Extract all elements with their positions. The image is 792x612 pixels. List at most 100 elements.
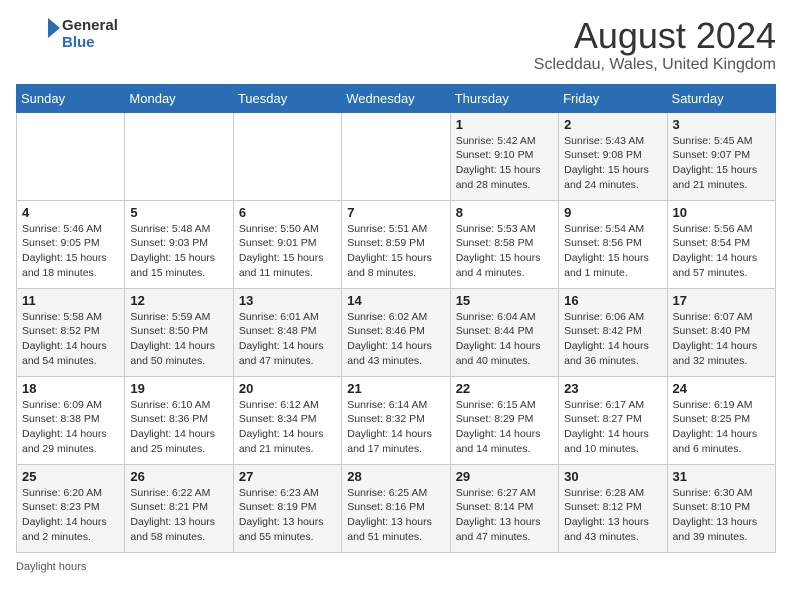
day-info: Sunrise: 6:19 AM Sunset: 8:25 PM Dayligh… bbox=[673, 398, 770, 457]
calendar-header-wednesday: Wednesday bbox=[342, 84, 450, 112]
day-info: Sunrise: 6:07 AM Sunset: 8:40 PM Dayligh… bbox=[673, 310, 770, 369]
day-info: Sunrise: 6:25 AM Sunset: 8:16 PM Dayligh… bbox=[347, 486, 444, 545]
calendar-week-2: 4 Sunrise: 5:46 AM Sunset: 9:05 PM Daylig… bbox=[17, 200, 776, 288]
day-number: 17 bbox=[673, 293, 770, 308]
day-number: 24 bbox=[673, 381, 770, 396]
calendar-cell: 7Sunrise: 5:51 AM Sunset: 8:59 PM Daylig… bbox=[342, 200, 450, 288]
day-number: 26 bbox=[130, 469, 227, 484]
calendar-header-sunday: Sunday bbox=[17, 84, 125, 112]
day-info: Sunrise: 5:46 AM Sunset: 9:05 PM Dayligh… bbox=[22, 222, 119, 281]
calendar-cell: 5 Sunrise: 5:48 AM Sunset: 9:03 PM Daylig… bbox=[125, 200, 233, 288]
day-number: 8 bbox=[456, 205, 553, 220]
day-number: 16 bbox=[564, 293, 661, 308]
day-number: 20 bbox=[239, 381, 336, 396]
day-info: Sunrise: 5:50 AM Sunset: 9:01 PM Dayligh… bbox=[239, 222, 336, 281]
day-info: Sunrise: 6:12 AM Sunset: 8:34 PM Dayligh… bbox=[239, 398, 336, 457]
day-info: Sunrise: 5:56 AM Sunset: 8:54 PM Dayligh… bbox=[673, 222, 770, 281]
day-info: Sunrise: 6:22 AM Sunset: 8:21 PM Dayligh… bbox=[130, 486, 227, 545]
calendar-cell: 31 Sunrise: 6:30 AM Sunset: 8:10 PM Dayli… bbox=[667, 464, 775, 552]
day-number: 15 bbox=[456, 293, 553, 308]
day-info: Sunrise: 5:54 AM Sunset: 8:56 PM Dayligh… bbox=[564, 222, 661, 281]
calendar-cell: 1Sunrise: 5:42 AM Sunset: 9:10 PM Daylig… bbox=[450, 112, 558, 200]
calendar-cell: 17 Sunrise: 6:07 AM Sunset: 8:40 PM Dayli… bbox=[667, 288, 775, 376]
day-info: Sunrise: 6:28 AM Sunset: 8:12 PM Dayligh… bbox=[564, 486, 661, 545]
day-info: Sunrise: 6:02 AM Sunset: 8:46 PM Dayligh… bbox=[347, 310, 444, 369]
calendar-cell: 8 Sunrise: 5:53 AM Sunset: 8:58 PM Daylig… bbox=[450, 200, 558, 288]
calendar-cell: 11 Sunrise: 5:58 AM Sunset: 8:52 PM Dayli… bbox=[17, 288, 125, 376]
day-info: Sunrise: 5:45 AM Sunset: 9:07 PM Dayligh… bbox=[673, 134, 770, 193]
logo-blue-text: Blue bbox=[62, 34, 118, 51]
day-info: Sunrise: 6:04 AM Sunset: 8:44 PM Dayligh… bbox=[456, 310, 553, 369]
day-number: 5 bbox=[130, 205, 227, 220]
day-info: Sunrise: 6:10 AM Sunset: 8:36 PM Dayligh… bbox=[130, 398, 227, 457]
day-info: Sunrise: 5:58 AM Sunset: 8:52 PM Dayligh… bbox=[22, 310, 119, 369]
calendar-header-saturday: Saturday bbox=[667, 84, 775, 112]
calendar-cell: 27 Sunrise: 6:23 AM Sunset: 8:19 PM Dayli… bbox=[233, 464, 341, 552]
day-info: Sunrise: 5:42 AM Sunset: 9:10 PM Dayligh… bbox=[456, 134, 553, 193]
day-number: 31 bbox=[673, 469, 770, 484]
calendar-cell: 15 Sunrise: 6:04 AM Sunset: 8:44 PM Dayli… bbox=[450, 288, 558, 376]
calendar-header-monday: Monday bbox=[125, 84, 233, 112]
calendar-cell: 25 Sunrise: 6:20 AM Sunset: 8:23 PM Dayli… bbox=[17, 464, 125, 552]
calendar-cell: 9 Sunrise: 5:54 AM Sunset: 8:56 PM Daylig… bbox=[559, 200, 667, 288]
calendar-cell: 29Sunrise: 6:27 AM Sunset: 8:14 PM Dayli… bbox=[450, 464, 558, 552]
calendar-header-thursday: Thursday bbox=[450, 84, 558, 112]
day-number: 13 bbox=[239, 293, 336, 308]
day-number: 7 bbox=[347, 205, 444, 220]
calendar-header-friday: Friday bbox=[559, 84, 667, 112]
page-subtitle: Scleddau, Wales, United Kingdom bbox=[534, 56, 776, 74]
day-info: Sunrise: 5:43 AM Sunset: 9:08 PM Dayligh… bbox=[564, 134, 661, 193]
calendar-week-5: 25 Sunrise: 6:20 AM Sunset: 8:23 PM Dayli… bbox=[17, 464, 776, 552]
calendar-cell: 24 Sunrise: 6:19 AM Sunset: 8:25 PM Dayli… bbox=[667, 376, 775, 464]
logo-general-text: General bbox=[62, 17, 118, 34]
calendar-header-tuesday: Tuesday bbox=[233, 84, 341, 112]
calendar-cell: 13 Sunrise: 6:01 AM Sunset: 8:48 PM Dayli… bbox=[233, 288, 341, 376]
calendar-cell: 3 Sunrise: 5:45 AM Sunset: 9:07 PM Daylig… bbox=[667, 112, 775, 200]
day-info: Sunrise: 6:27 AM Sunset: 8:14 PM Dayligh… bbox=[456, 486, 553, 545]
calendar-cell: 6 Sunrise: 5:50 AM Sunset: 9:01 PM Daylig… bbox=[233, 200, 341, 288]
day-number: 6 bbox=[239, 205, 336, 220]
day-number: 9 bbox=[564, 205, 661, 220]
header: General Blue August 2024 Scleddau, Wales… bbox=[16, 16, 776, 74]
day-number: 30 bbox=[564, 469, 661, 484]
day-number: 2 bbox=[564, 117, 661, 132]
calendar-cell bbox=[233, 112, 341, 200]
day-number: 22 bbox=[456, 381, 553, 396]
calendar-cell: 26 Sunrise: 6:22 AM Sunset: 8:21 PM Dayli… bbox=[125, 464, 233, 552]
day-number: 3 bbox=[673, 117, 770, 132]
calendar-table: SundayMondayTuesdayWednesdayThursdayFrid… bbox=[16, 84, 776, 553]
day-number: 11 bbox=[22, 293, 119, 308]
day-number: 23 bbox=[564, 381, 661, 396]
day-info: Sunrise: 6:17 AM Sunset: 8:27 PM Dayligh… bbox=[564, 398, 661, 457]
calendar-cell: 4 Sunrise: 5:46 AM Sunset: 9:05 PM Daylig… bbox=[17, 200, 125, 288]
calendar-cell: 19Sunrise: 6:10 AM Sunset: 8:36 PM Dayli… bbox=[125, 376, 233, 464]
day-info: Sunrise: 5:48 AM Sunset: 9:03 PM Dayligh… bbox=[130, 222, 227, 281]
calendar-header-row: SundayMondayTuesdayWednesdayThursdayFrid… bbox=[17, 84, 776, 112]
calendar-cell bbox=[17, 112, 125, 200]
calendar-week-4: 18Sunrise: 6:09 AM Sunset: 8:38 PM Dayli… bbox=[17, 376, 776, 464]
day-number: 21 bbox=[347, 381, 444, 396]
calendar-cell: 12Sunrise: 5:59 AM Sunset: 8:50 PM Dayli… bbox=[125, 288, 233, 376]
calendar-cell: 2 Sunrise: 5:43 AM Sunset: 9:08 PM Daylig… bbox=[559, 112, 667, 200]
day-number: 27 bbox=[239, 469, 336, 484]
calendar-week-1: 1Sunrise: 5:42 AM Sunset: 9:10 PM Daylig… bbox=[17, 112, 776, 200]
day-number: 18 bbox=[22, 381, 119, 396]
calendar-cell: 22 Sunrise: 6:15 AM Sunset: 8:29 PM Dayli… bbox=[450, 376, 558, 464]
day-info: Sunrise: 6:15 AM Sunset: 8:29 PM Dayligh… bbox=[456, 398, 553, 457]
title-area: August 2024 Scleddau, Wales, United King… bbox=[534, 16, 776, 74]
page-title: August 2024 bbox=[534, 16, 776, 56]
calendar-cell: 28Sunrise: 6:25 AM Sunset: 8:16 PM Dayli… bbox=[342, 464, 450, 552]
calendar-cell: 14 Sunrise: 6:02 AM Sunset: 8:46 PM Dayli… bbox=[342, 288, 450, 376]
day-number: 4 bbox=[22, 205, 119, 220]
day-number: 25 bbox=[22, 469, 119, 484]
day-info: Sunrise: 6:23 AM Sunset: 8:19 PM Dayligh… bbox=[239, 486, 336, 545]
day-info: Sunrise: 6:30 AM Sunset: 8:10 PM Dayligh… bbox=[673, 486, 770, 545]
calendar-cell: 20 Sunrise: 6:12 AM Sunset: 8:34 PM Dayli… bbox=[233, 376, 341, 464]
day-number: 14 bbox=[347, 293, 444, 308]
calendar-cell bbox=[342, 112, 450, 200]
calendar-cell: 21Sunrise: 6:14 AM Sunset: 8:32 PM Dayli… bbox=[342, 376, 450, 464]
day-info: Sunrise: 5:53 AM Sunset: 8:58 PM Dayligh… bbox=[456, 222, 553, 281]
day-info: Sunrise: 6:20 AM Sunset: 8:23 PM Dayligh… bbox=[22, 486, 119, 545]
day-info: Sunrise: 6:01 AM Sunset: 8:48 PM Dayligh… bbox=[239, 310, 336, 369]
day-info: Sunrise: 5:59 AM Sunset: 8:50 PM Dayligh… bbox=[130, 310, 227, 369]
